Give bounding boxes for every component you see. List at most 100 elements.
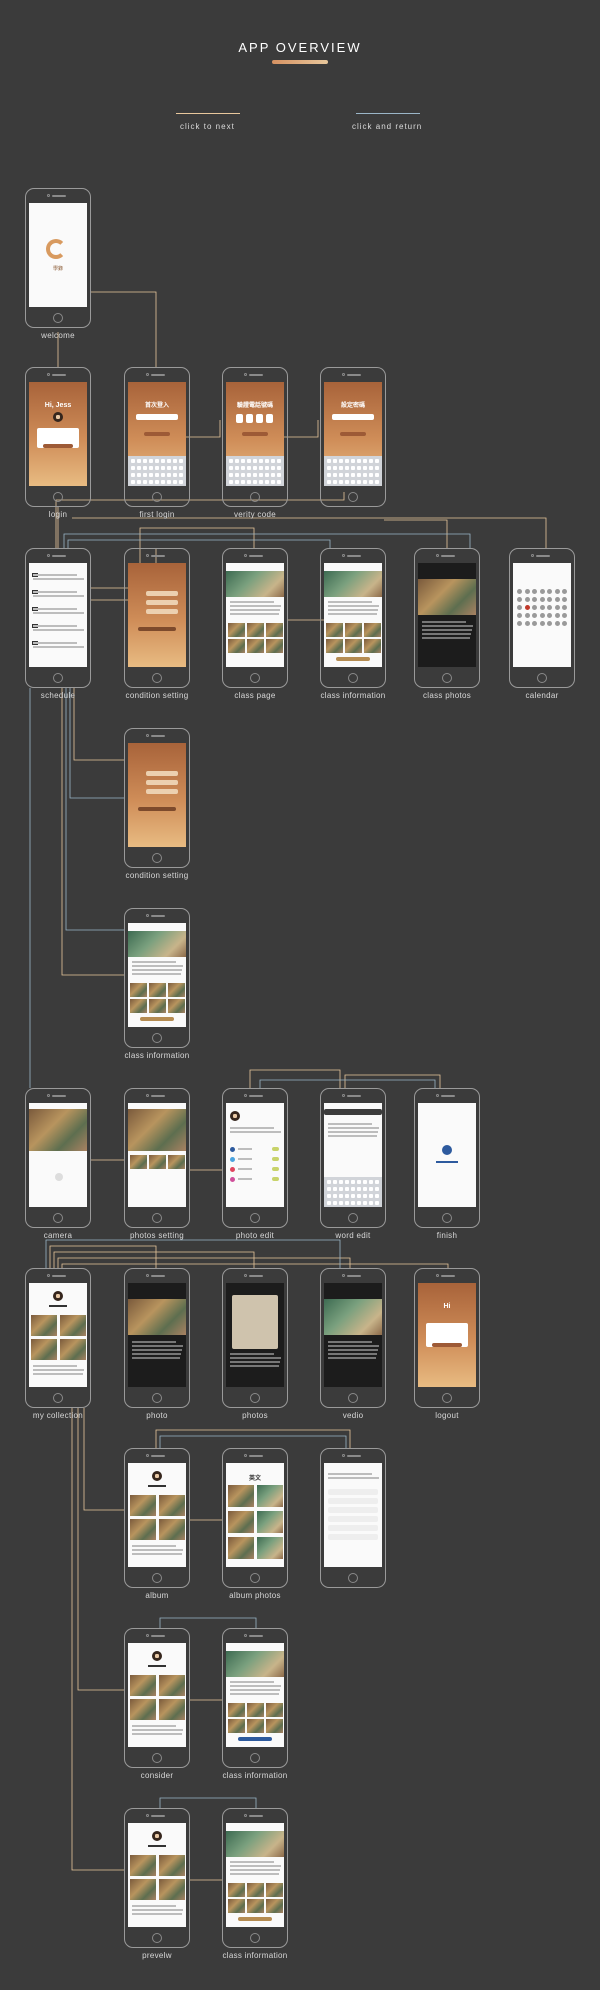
caption-login: login [48, 510, 68, 519]
key [161, 473, 165, 477]
key [363, 1180, 367, 1184]
wire-edit-word [249, 1069, 341, 1088]
phone-photo-edit[interactable] [222, 1088, 288, 1228]
calendar-day [554, 621, 560, 626]
caption-photo-edit: photo edit [235, 1231, 275, 1240]
key [357, 459, 361, 463]
phone-word-edit[interactable] [320, 1088, 386, 1228]
calendar-day [539, 621, 545, 626]
phone-class-photos[interactable] [414, 548, 480, 688]
home-button [53, 1213, 63, 1223]
text-line [230, 605, 281, 607]
key [351, 1201, 355, 1205]
screen-album [128, 1463, 186, 1567]
text-line [328, 1357, 376, 1359]
screen-my-collection [29, 1283, 87, 1387]
home-button [152, 1033, 162, 1043]
key [375, 1180, 379, 1184]
key [143, 480, 147, 484]
phone-photos-setting[interactable] [124, 1088, 190, 1228]
key [167, 480, 171, 484]
screen-photo-edit [226, 1103, 284, 1207]
phone-finish[interactable] [414, 1088, 480, 1228]
phone-first-login[interactable]: 首次登入 [124, 367, 190, 507]
phone-class-page[interactable] [222, 548, 288, 688]
phone-my-collection[interactable] [25, 1268, 91, 1408]
front-camera [342, 554, 345, 557]
phone-welcome[interactable]: 學錄 [25, 188, 91, 328]
phone-logout[interactable]: Hi [414, 1268, 480, 1408]
thumbnail [228, 1899, 245, 1913]
key [149, 459, 153, 463]
screen-heading: 驗證電話號碼 [236, 403, 273, 409]
submit-button [138, 627, 176, 631]
speaker [151, 1815, 165, 1817]
key [265, 473, 269, 477]
phone-album-photos[interactable]: 英文 [222, 1448, 288, 1588]
phone-condition-setting-2[interactable] [124, 728, 190, 868]
key [229, 459, 233, 463]
calendar-day [517, 621, 522, 626]
phone-class-information-2[interactable] [124, 908, 190, 1048]
key [345, 459, 349, 463]
front-camera [342, 1454, 345, 1457]
front-camera [244, 1814, 247, 1817]
phone-class-information-4[interactable] [222, 1808, 288, 1948]
text-line [33, 574, 77, 576]
key [351, 466, 355, 470]
phone-consider[interactable] [124, 1628, 190, 1768]
front-camera [436, 1274, 439, 1277]
subject: 英文 [248, 1476, 261, 1482]
confirm-button [242, 432, 268, 436]
thumbnail [266, 623, 283, 637]
thumbnail [247, 1703, 264, 1717]
condition-field [146, 591, 178, 596]
phone-class-information-1[interactable] [320, 548, 386, 688]
phone-calendar[interactable] [509, 548, 575, 688]
phone-camera[interactable] [25, 1088, 91, 1228]
success-text [436, 1161, 458, 1163]
phone-schedule[interactable] [25, 548, 91, 688]
phone-condition-setting-1[interactable] [124, 548, 190, 688]
phone-set-password[interactable]: 設定密碼 [320, 367, 386, 507]
front-camera [146, 554, 149, 557]
phone-vedio[interactable] [320, 1268, 386, 1408]
condition-field [146, 780, 178, 785]
caption-condition-setting-2: condition setting [125, 871, 189, 880]
calendar-day [547, 613, 552, 618]
caption-photos-setting: photos setting [129, 1231, 184, 1240]
phone-album[interactable] [124, 1448, 190, 1588]
collection-photo [60, 1339, 86, 1360]
key [327, 480, 331, 484]
key [351, 1180, 355, 1184]
screen-prevelw [128, 1823, 186, 1927]
phone-class-information-3[interactable] [222, 1628, 288, 1768]
thumbnail [266, 639, 283, 653]
phone-photos[interactable] [222, 1268, 288, 1408]
login-button [43, 444, 73, 448]
avatar [152, 1831, 162, 1841]
front-camera [47, 554, 50, 557]
wire-return-schedule [63, 533, 471, 548]
key [363, 466, 367, 470]
key [357, 473, 361, 477]
text-line [132, 1553, 182, 1555]
front-camera [436, 1094, 439, 1097]
text-line [33, 608, 77, 610]
phone-album-menu[interactable] [320, 1448, 386, 1588]
text-line [422, 621, 466, 623]
screen-class-page [226, 563, 284, 667]
front-camera [47, 194, 50, 197]
home-button [152, 492, 162, 502]
phone-login[interactable]: Hi, Jess [25, 367, 91, 507]
phone-verity-code[interactable]: 驗證電話號碼 [222, 367, 288, 507]
key [345, 1187, 349, 1191]
key [137, 459, 141, 463]
calendar-day [562, 589, 567, 594]
home-button [152, 1753, 162, 1763]
phone-prevelw[interactable] [124, 1808, 190, 1948]
wire-collection-consider [77, 1408, 124, 1691]
phone-photo[interactable] [124, 1268, 190, 1408]
calendar-day [554, 613, 560, 618]
key [161, 459, 165, 463]
